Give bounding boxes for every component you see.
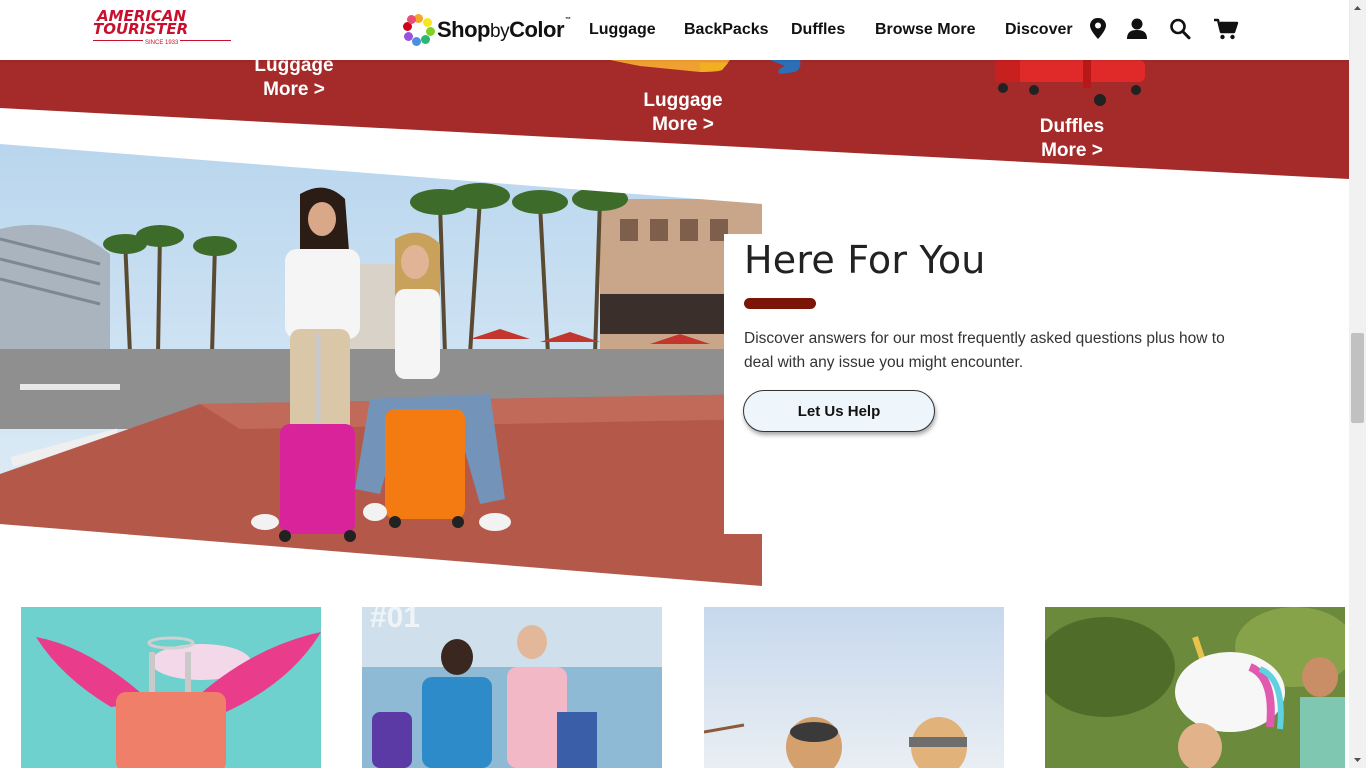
site-header: AMERICAN TOURISTER SINCE 1933 ShopbyColo… — [0, 0, 1349, 60]
let-us-help-button[interactable]: Let Us Help — [743, 390, 935, 432]
scroll-down-arrow-icon[interactable] — [1349, 751, 1366, 768]
here-for-you-title: Here For You — [744, 238, 986, 282]
tile-overlay-text: #01 — [370, 607, 420, 634]
color-wheel-icon — [403, 14, 435, 46]
nav-backpacks[interactable]: BackPacks — [684, 21, 769, 39]
category-luggage-2[interactable]: Luggage More > — [603, 89, 763, 137]
tile-winged-suitcase[interactable] — [21, 607, 321, 768]
logo-line-2: TOURISTER — [93, 20, 189, 38]
tile-friends-with-unicorn[interactable] — [1045, 607, 1345, 768]
search-icon[interactable] — [1169, 17, 1191, 41]
category-more-link[interactable]: More > — [603, 113, 763, 137]
logo-since: SINCE 1933 — [143, 40, 181, 46]
tile-friends-at-beach[interactable] — [704, 607, 1004, 768]
category-title: Duffles — [1039, 116, 1105, 137]
location-pin-icon[interactable] — [1087, 17, 1109, 41]
category-duffles[interactable]: Duffles More > — [992, 115, 1152, 163]
category-more-link[interactable]: More > — [992, 139, 1152, 163]
tile-friends-with-backpacks[interactable]: #01 — [362, 607, 662, 768]
scrollbar-thumb[interactable] — [1351, 333, 1364, 423]
shop-by-color-link[interactable]: ShopbyColor™ — [403, 14, 571, 46]
nav-duffles[interactable]: Duffles — [791, 21, 845, 39]
nav-luggage[interactable]: Luggage — [589, 21, 656, 39]
cart-icon[interactable] — [1213, 17, 1239, 41]
title-accent-bar — [744, 298, 816, 309]
nav-discover[interactable]: Discover — [1005, 21, 1073, 39]
category-more-link[interactable]: More > — [214, 78, 374, 102]
nav-browse-more[interactable]: Browse More — [875, 21, 975, 39]
here-for-you-description: Discover answers for our most frequently… — [744, 330, 1225, 371]
scroll-up-arrow-icon[interactable] — [1349, 0, 1366, 17]
shop-by-color-label: ShopbyColor™ — [437, 17, 571, 42]
account-icon[interactable] — [1126, 17, 1148, 41]
american-tourister-logo[interactable]: AMERICAN TOURISTER SINCE 1933 — [93, 9, 233, 50]
category-luggage-1[interactable]: Luggage More > — [214, 54, 374, 102]
here-for-you-photo — [0, 144, 762, 586]
category-title: Luggage — [643, 90, 723, 111]
